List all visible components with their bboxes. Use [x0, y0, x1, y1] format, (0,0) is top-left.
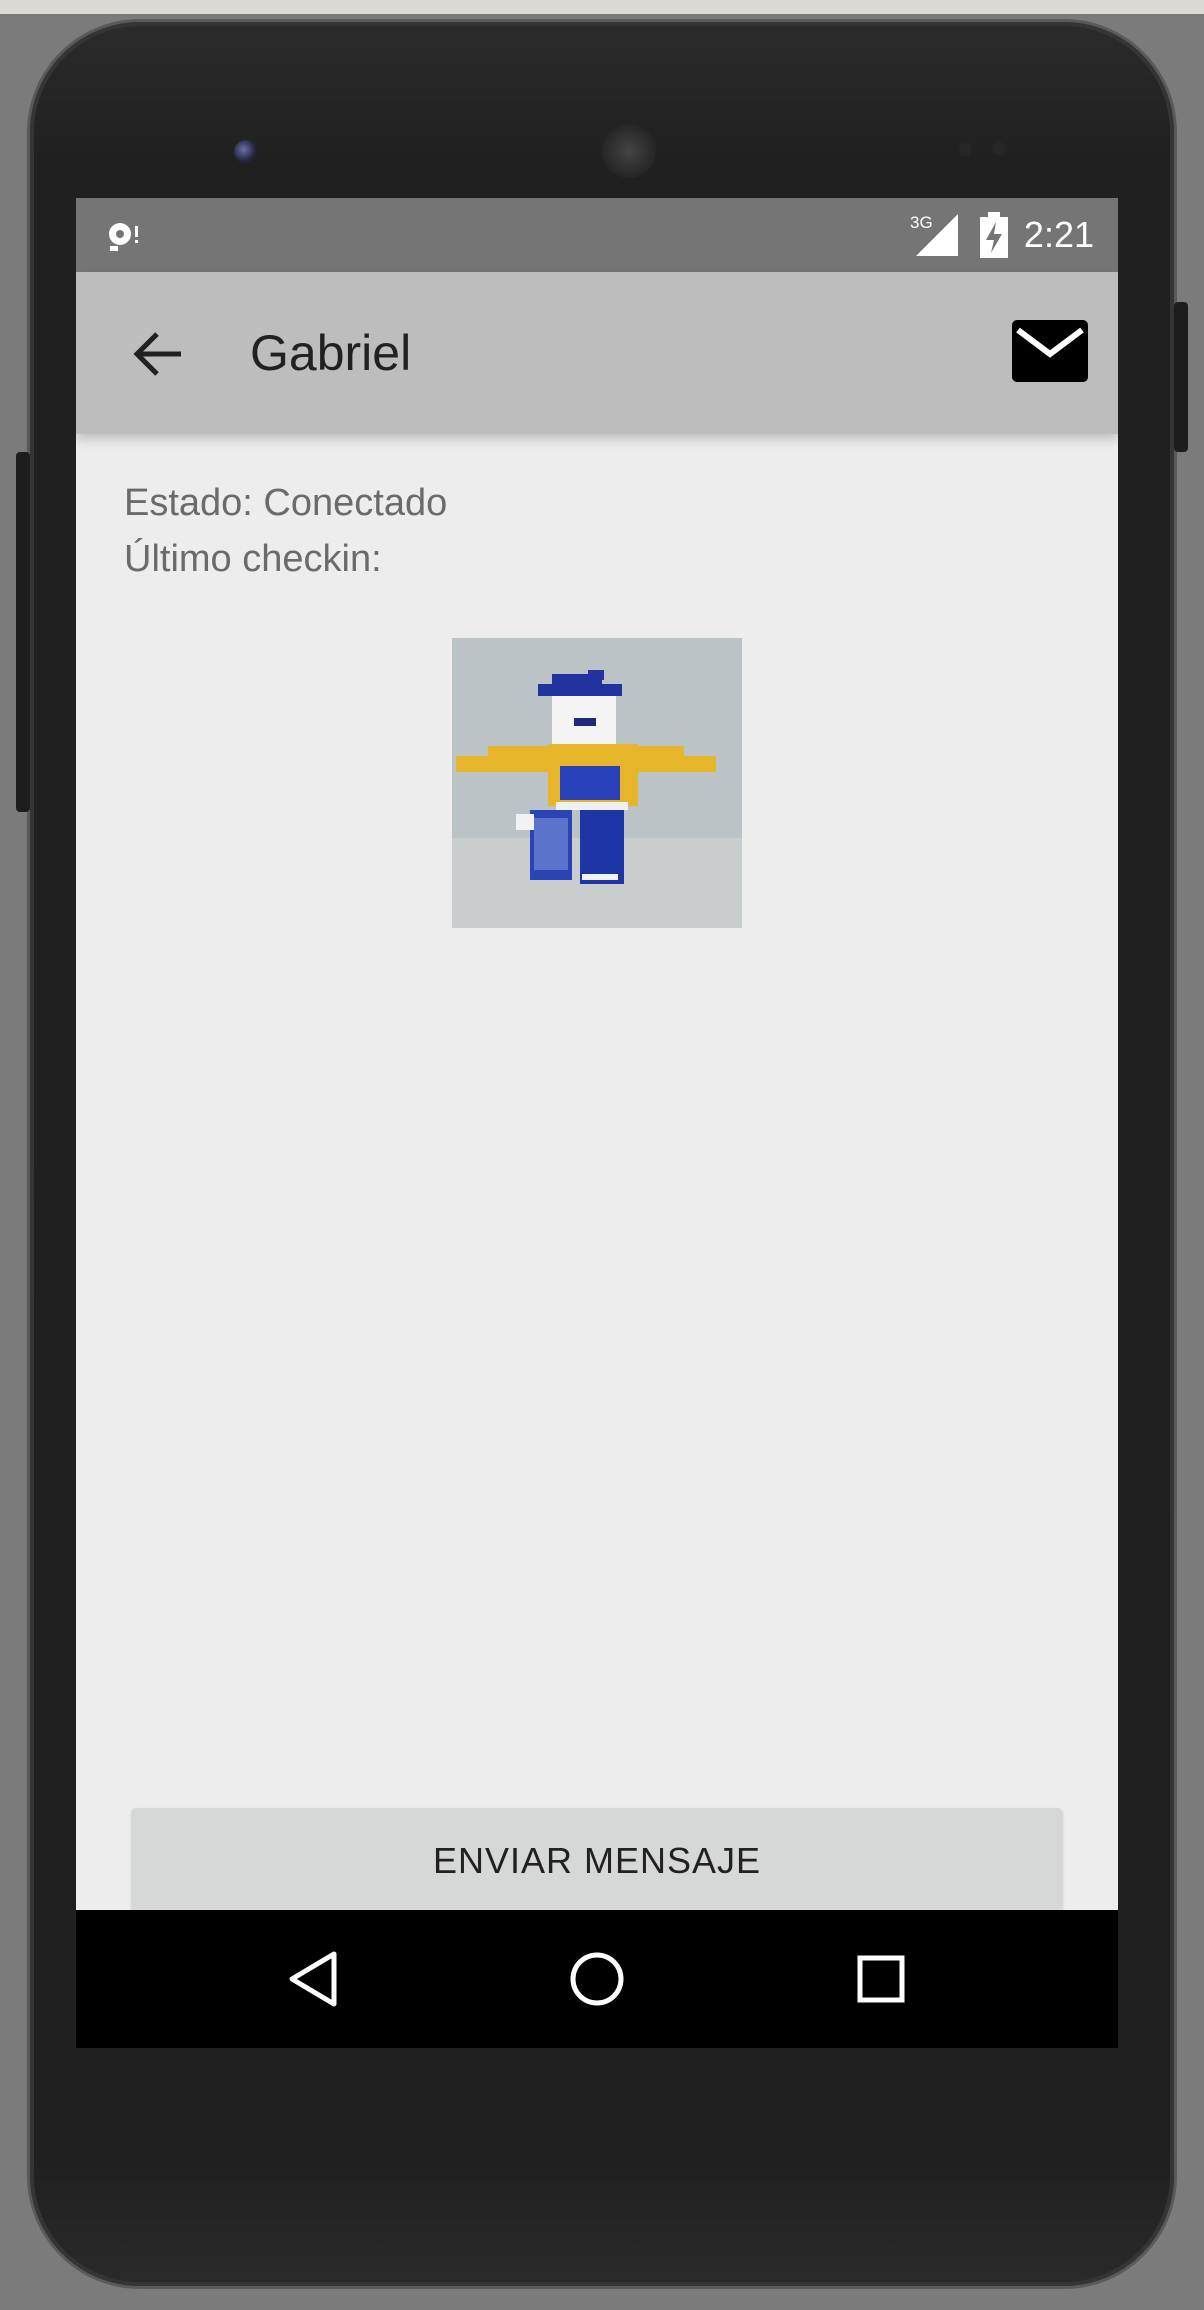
back-triangle-icon: [289, 1951, 337, 2007]
proximity-sensor: [958, 142, 972, 156]
phone-screen: 3G 2:21 Gabriel Estado: Conectado Último…: [76, 198, 1118, 2048]
volume-button: [16, 452, 30, 812]
battery-charging-icon: [979, 212, 1008, 258]
status-bar: 3G 2:21: [76, 198, 1118, 272]
arrow-back-icon: [133, 332, 181, 376]
status-time: 2:21: [1023, 214, 1094, 255]
last-checkin-text: Último checkin:: [124, 538, 382, 580]
app-bar: Gabriel: [76, 272, 1118, 434]
status-text: Estado: Conectado: [124, 482, 448, 524]
nav-recents-button[interactable]: [846, 1944, 916, 2014]
signal-icon: 3G: [910, 213, 958, 256]
network-type-label: 3G: [910, 213, 933, 232]
page-title: Gabriel: [250, 325, 412, 381]
navigation-bar: [76, 1910, 1118, 2048]
power-button: [1174, 302, 1188, 452]
light-sensor: [992, 142, 1006, 156]
earpiece-speaker: [602, 124, 656, 178]
lego-figure-image: [452, 638, 742, 928]
nav-back-button[interactable]: [278, 1944, 348, 2014]
mail-button[interactable]: [1010, 318, 1090, 384]
nav-home-button[interactable]: [562, 1944, 632, 2014]
send-message-button[interactable]: ENVIAR MENSAJE: [132, 1808, 1062, 1914]
recents-square-icon: [857, 1955, 905, 2003]
profile-photo: [452, 638, 742, 928]
home-circle-icon: [570, 1952, 624, 2006]
front-camera: [234, 140, 258, 164]
window-top-strip: [0, 0, 1204, 14]
back-button[interactable]: [126, 322, 190, 386]
notification-icon: [109, 223, 138, 251]
mail-icon: [1012, 320, 1088, 382]
